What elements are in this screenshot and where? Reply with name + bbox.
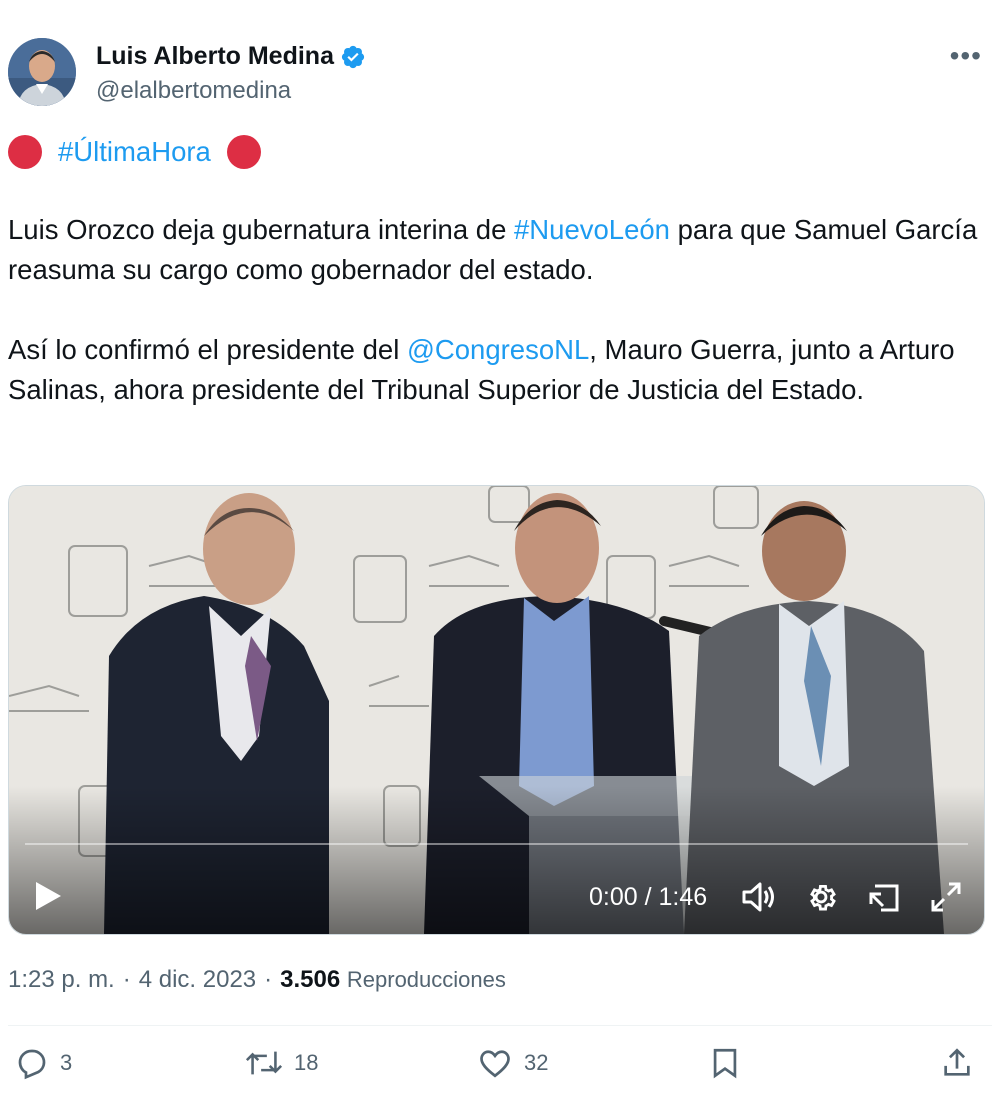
author-handle[interactable]: @elalbertomedina [96,77,291,105]
heart-icon [480,1050,510,1078]
play-icon[interactable] [33,880,63,912]
volume-icon[interactable] [741,880,777,914]
meta-separator: · [122,966,131,993]
settings-gear-icon[interactable] [804,880,838,914]
mention-congresonl[interactable]: @CongresoNL [407,334,589,365]
views-label: Reproducciones [346,967,506,992]
meta-separator: · [264,966,273,993]
like-button[interactable]: 32 [476,1045,548,1081]
picture-in-picture-icon[interactable] [867,880,901,914]
tweet-header: Luis Alberto Medina @elalbertomedina ••• [8,38,992,108]
paragraph-1-text: Luis Orozco deja gubernatura interina de [8,214,515,245]
tweet-meta: 1:23 p. m. · 4 dic. 2023 · 3.506 Reprodu… [8,966,506,994]
reply-icon [18,1049,46,1080]
more-options-icon[interactable]: ••• [950,42,982,70]
share-button[interactable] [940,1045,974,1081]
verified-badge-icon [341,45,365,68]
bookmark-button[interactable] [708,1045,742,1081]
tweet-date[interactable]: 4 dic. 2023 [139,966,256,994]
video-player[interactable]: 0:00 / 1:46 [8,485,985,935]
retweet-icon [245,1051,283,1075]
hashtag-nuevoleon[interactable]: #NuevoLeón [514,214,670,245]
tweet-time[interactable]: 1:23 p. m. [8,966,115,994]
video-time: 0:00 / 1:46 [589,883,708,911]
video-controls: 0:00 / 1:46 [9,854,984,934]
share-icon [944,1048,970,1076]
reply-button[interactable]: 3 [14,1045,72,1081]
fullscreen-icon[interactable] [929,880,963,914]
tweet-actions: 3 18 32 [0,1045,1000,1090]
retweet-button[interactable]: 18 [244,1045,318,1081]
divider [8,1025,992,1026]
bookmark-icon [713,1048,737,1079]
paragraph-2-text: Así lo confirmó el presidente del [8,334,407,365]
reply-count: 3 [60,1050,73,1075]
red-circle-icon [226,135,261,169]
hashtag-ultimahora[interactable]: #ÚltimaHora [58,132,211,172]
author-name[interactable]: Luis Alberto Medina [96,42,334,71]
like-count: 32 [524,1050,549,1075]
red-circle-icon [8,135,42,169]
tweet-body: #ÚltimaHora Luis Orozco deja gubernatura… [8,130,988,410]
video-progress-bar[interactable] [25,843,968,845]
retweet-count: 18 [294,1050,319,1075]
author-avatar[interactable] [8,38,76,106]
views-count: 3.506 [280,966,341,993]
tweet-paragraph-2: Así lo confirmó el presidente del @Congr… [8,330,988,410]
breaking-line: #ÚltimaHora [8,130,988,174]
tweet-paragraph-1: Luis Orozco deja gubernatura interina de… [8,210,988,290]
